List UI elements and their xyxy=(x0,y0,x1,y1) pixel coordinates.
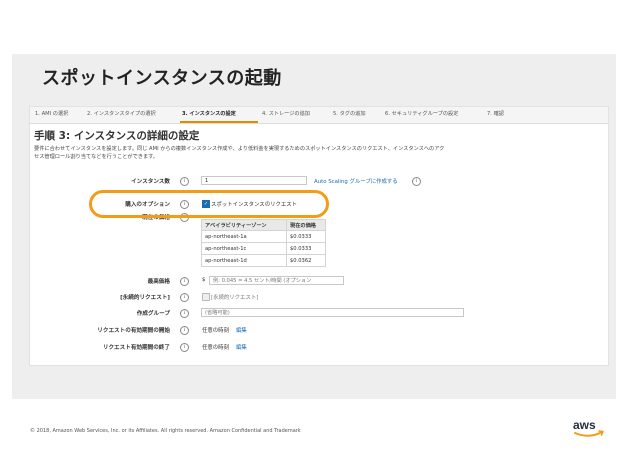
table-row: ap-northeast-1d $0.0362 xyxy=(201,254,326,267)
wizard-step-add-tags[interactable]: 5. タグの追加 xyxy=(333,110,366,117)
currency-symbol: $ xyxy=(202,277,206,283)
instance-count-label: インスタンス数 xyxy=(131,179,170,185)
active-step-indicator xyxy=(180,121,258,123)
valid-until-edit-link[interactable]: 編集 xyxy=(236,343,247,351)
wizard-step-choose-ami[interactable]: 1. AMI の選択 xyxy=(35,110,68,117)
info-icon[interactable]: i xyxy=(180,309,189,318)
table-row: ap-northeast-1a $0.0333 xyxy=(201,230,326,243)
info-icon[interactable]: i xyxy=(180,326,189,335)
launch-group-input[interactable]: (省略可能) xyxy=(201,308,464,317)
table-cell: ap-northeast-1c xyxy=(201,242,287,255)
max-price-input[interactable]: 例: 0.045 = 4.5 セント/時間 (オプション xyxy=(209,276,344,285)
launch-group-label: 作成グループ xyxy=(136,311,170,317)
info-icon[interactable]: i xyxy=(180,277,189,286)
table-cell: $0.0333 xyxy=(286,230,326,243)
table-row: ap-northeast-1c $0.0333 xyxy=(201,242,326,255)
wizard-step-review[interactable]: 7. 確認 xyxy=(487,110,504,117)
slide-title: スポットインスタンスの起動 xyxy=(42,68,282,89)
persistent-request-label: [永続的リクエスト] xyxy=(120,295,170,301)
valid-until-label: リクエスト有効期間の終了 xyxy=(102,345,170,351)
aws-logo: aws xyxy=(573,418,604,437)
page-heading: 手順 3: インスタンスの詳細の設定 xyxy=(34,130,200,142)
wizard-step-choose-instance-type[interactable]: 2. インスタンスタイプの選択 xyxy=(87,110,156,117)
info-icon[interactable]: i xyxy=(180,293,189,302)
console-screenshot: 1. AMI の選択 2. インスタンスタイプの選択 3. インスタンスの設定 … xyxy=(29,106,609,366)
page-description-line1: 要件に合わせてインスタンスを設定します。同じ AMI からの複数インスタンス作成… xyxy=(34,146,445,152)
valid-from-label: リクエストの有効期間の開始 xyxy=(97,328,170,334)
current-price-table: アベイラビリティーゾーン 現在の価格 ap-northeast-1a $0.03… xyxy=(201,219,326,267)
valid-from-edit-link[interactable]: 編集 xyxy=(236,326,247,334)
instance-count-input[interactable]: 1 xyxy=(201,176,307,185)
persistent-request-checkbox-label: [永続的リクエスト] xyxy=(211,295,259,301)
info-icon[interactable]: i xyxy=(180,343,189,352)
table-cell: ap-northeast-1d xyxy=(201,254,287,267)
wizard-step-configure-instance[interactable]: 3. インスタンスの設定 xyxy=(182,110,236,117)
table-cell: $0.0362 xyxy=(286,254,326,267)
page-description-line2: セス管理ロール割り当てなどを行うことができます。 xyxy=(34,154,158,160)
aws-smile-icon xyxy=(574,431,603,437)
valid-from-value: 任意の時刻 xyxy=(202,328,229,334)
copyright-footer: © 2018, Amazon Web Services, Inc. or its… xyxy=(30,428,301,434)
table-header: アベイラビリティーゾーン xyxy=(201,219,287,231)
highlight-oval xyxy=(89,190,329,218)
valid-until-value: 任意の時刻 xyxy=(202,345,229,351)
table-cell: $0.0333 xyxy=(286,242,326,255)
wizard-steps-bar: 1. AMI の選択 2. インスタンスタイプの選択 3. インスタンスの設定 … xyxy=(30,107,608,124)
max-price-label: 最高価格 xyxy=(147,279,170,285)
table-cell: ap-northeast-1a xyxy=(201,230,287,243)
info-icon[interactable]: i xyxy=(180,177,189,186)
persistent-request-checkbox[interactable] xyxy=(202,293,210,301)
wizard-step-security-group[interactable]: 6. セキュリティグループの設定 xyxy=(385,110,458,117)
table-header: 現在の価格 xyxy=(286,219,326,231)
slide: スポットインスタンスの起動 1. AMI の選択 2. インスタンスタイプの選択… xyxy=(12,54,616,437)
auto-scaling-link[interactable]: Auto Scaling グループに作成する xyxy=(314,177,398,185)
info-icon[interactable]: i xyxy=(412,177,421,186)
wizard-step-add-storage[interactable]: 4. ストレージの追加 xyxy=(262,110,310,117)
aws-logo-text: aws xyxy=(573,418,596,432)
